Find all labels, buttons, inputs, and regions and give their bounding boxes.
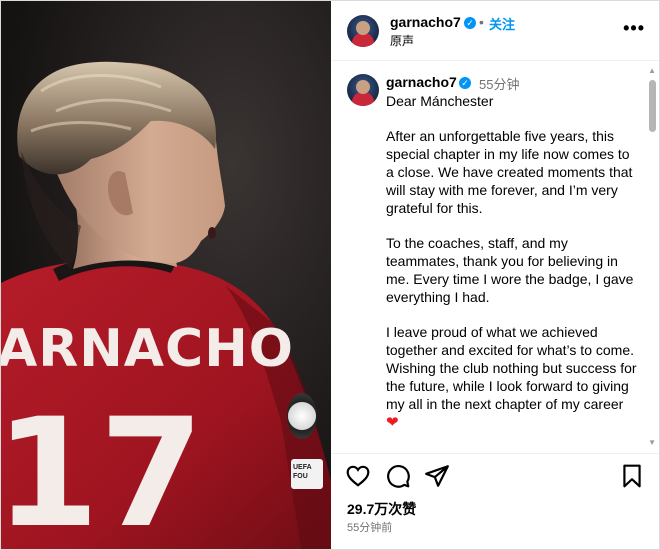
caption-paragraph: Dear Mánchester (386, 93, 494, 109)
likes-count[interactable]: 29.7万次赞 (347, 499, 416, 519)
caption-paragraph: After an unforgettable five years, this … (386, 128, 633, 216)
action-bar (331, 463, 659, 497)
avatar[interactable] (347, 15, 379, 47)
separator-dot: • (479, 14, 484, 30)
champions-league-badge-icon (287, 393, 317, 439)
more-options-icon[interactable]: ••• (623, 19, 645, 37)
shirt-name-text: ARNACHO (1, 319, 294, 379)
bookmark-icon[interactable] (619, 463, 645, 489)
follow-button[interactable]: 关注 (489, 14, 515, 33)
post-timestamp: 55分钟前 (347, 522, 393, 534)
post-details-panel: garnacho7 ✓ • 关注 原声 ••• garnacho7 ✓ 55分钟… (331, 1, 659, 549)
paper-plane-icon[interactable] (424, 463, 450, 489)
caption-paragraph: I leave proud of what we achieved togeth… (386, 323, 638, 432)
verified-badge-icon: ✓ (464, 17, 476, 29)
post-header: garnacho7 ✓ • 关注 原声 ••• (331, 1, 659, 61)
shirt-number-text: 17 (1, 387, 204, 549)
header-username[interactable]: garnacho7 (390, 14, 461, 30)
scroll-up-arrow-icon[interactable]: ▲ (648, 66, 656, 75)
caption-text: Dear Mánchester After an unforgettable f… (386, 92, 638, 449)
heart-icon[interactable] (345, 463, 371, 489)
scroll-down-arrow-icon[interactable]: ▼ (648, 438, 656, 447)
caption-paragraph: To the coaches, staff, and my teammates,… (386, 235, 634, 305)
caption-timestamp[interactable]: 55分钟 (479, 74, 519, 93)
verified-badge-icon: ✓ (459, 77, 471, 89)
original-audio-link[interactable]: 原声 (390, 32, 414, 49)
red-heart-emoji: ❤ (386, 414, 399, 431)
caption-username[interactable]: garnacho7 (386, 74, 457, 90)
uefa-foundation-patch: UEFA FOU (291, 459, 323, 489)
caption-paragraph-text: I leave proud of what we achieved togeth… (386, 324, 637, 412)
post-photo[interactable]: ARNACHO 17 UEFA FOU (1, 1, 331, 549)
caption-avatar[interactable] (347, 74, 379, 106)
caption-scroll-area[interactable]: garnacho7 ✓ 55分钟 Dear Mánchester After a… (331, 62, 659, 454)
scrollbar-thumb[interactable] (649, 80, 656, 132)
comment-bubble-icon[interactable] (385, 463, 411, 489)
